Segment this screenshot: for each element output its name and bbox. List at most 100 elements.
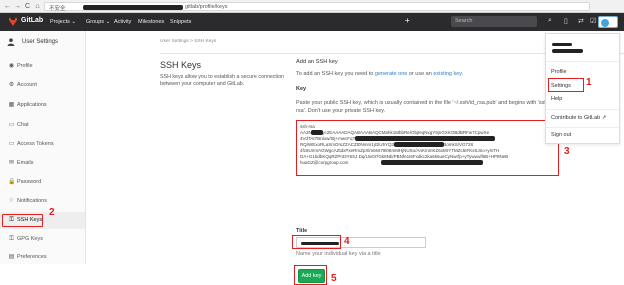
sidebar-item-label: Notifications	[17, 198, 47, 204]
sidebar-item-label: SSH Keys	[17, 217, 43, 223]
email-icon: ✉	[8, 160, 15, 166]
bell-icon: ♢	[8, 198, 15, 204]
sidebar-item-label: Access Tokens	[17, 141, 54, 147]
key-label: Key	[296, 86, 307, 92]
redaction-mark	[355, 136, 495, 141]
avatar	[601, 19, 609, 27]
sidebar-title: User Settings	[22, 39, 59, 45]
page-description: SSH keys allow you to establish a secure…	[160, 74, 284, 87]
annotation-box-title	[292, 235, 341, 249]
annotation-number-2: 2	[49, 207, 55, 218]
user-icon	[7, 38, 15, 46]
annotation-number-5: 5	[331, 273, 337, 284]
sidebar-item-preferences[interactable]: ▤ Preferences	[0, 249, 85, 266]
sidebar-item-label: Emails	[17, 160, 34, 166]
sidebar-item-label: Profile	[17, 63, 33, 69]
add-key-text-before: To add an SSH key you need to	[296, 71, 375, 77]
menu-activity[interactable]: Activity	[114, 19, 131, 25]
sidebar-item-account[interactable]: ⚙ Account	[0, 77, 85, 94]
annotation-number-1: 1	[586, 77, 592, 88]
sidebar-item-access-tokens[interactable]: ▭ Access Tokens	[0, 136, 85, 153]
sidebar-item-label: Account	[17, 82, 37, 88]
redaction-mark	[381, 160, 483, 165]
redaction-mark	[552, 49, 583, 53]
menu-snippets[interactable]: Snippets	[170, 19, 191, 25]
new-item-plus-icon[interactable]: +	[405, 16, 419, 27]
sidebar-item-ssh-keys[interactable]: ⚿ SSH Keys	[0, 212, 85, 229]
gpg-key-icon: ⚿	[9, 236, 14, 242]
token-icon: ▭	[8, 141, 15, 147]
divider	[546, 109, 619, 110]
sidebar-item-profile[interactable]: ◉ Profile	[0, 58, 85, 75]
user-dropdown-menu: Profile Settings Help Contribute to GitL…	[545, 33, 620, 144]
sidebar-item-emails[interactable]: ✉ Emails	[0, 155, 85, 172]
dropdown-item-contribute[interactable]: Contribute to GitLab ↗	[551, 115, 606, 121]
divider	[546, 127, 619, 128]
sidebar-item-label: Applications	[17, 102, 47, 108]
redaction-mark	[311, 130, 323, 135]
dropdown-item-settings[interactable]: Settings	[551, 83, 571, 89]
todos-icon[interactable]: ☑	[590, 17, 596, 25]
main-content: User Settings > SSH Keys SSH Keys SSH ke…	[86, 31, 624, 285]
add-key-text-middle: or use an	[407, 71, 434, 77]
breadcrumb: User Settings > SSH Keys	[160, 39, 217, 44]
dropdown-item-help[interactable]: Help	[551, 96, 562, 102]
search-icon[interactable]: ⌕	[548, 17, 552, 25]
key-icon: ⚿	[9, 217, 14, 223]
sidebar-item-label: Chat	[17, 122, 29, 128]
browser-toolbar: ← → C ⌂ 不安全 gitlab/profile/keys	[0, 0, 624, 13]
ssh-key-textarea[interactable]: ssh-rsa AA3NzaC1yc2EAAAADAQABAAABAQCMahk…	[296, 120, 559, 176]
issues-icon[interactable]: ▯	[564, 17, 568, 25]
account-icon: ⚙	[8, 82, 15, 88]
annotation-box-add-key	[294, 265, 327, 285]
applications-icon: ▦	[8, 102, 15, 108]
redaction-mark	[552, 43, 572, 46]
sidebar-item-gpg-keys[interactable]: ⚿ GPG Keys	[0, 231, 85, 248]
annotation-number-4: 4	[344, 236, 350, 247]
menu-groups[interactable]: Groups ⌄	[86, 19, 110, 25]
dropdown-item-label: Contribute to GitLab	[551, 115, 601, 121]
profile-icon: ◉	[8, 63, 15, 69]
generate-key-link[interactable]: generate one	[375, 71, 407, 77]
menu-milestones[interactable]: Milestones	[138, 19, 164, 25]
title-label: Title	[296, 228, 308, 234]
annotation-number-3: 3	[564, 146, 570, 157]
sidebar-item-notifications[interactable]: ♢ Notifications	[0, 193, 85, 210]
lock-icon: 🔒	[8, 179, 16, 185]
user-avatar-button[interactable]	[598, 16, 618, 28]
chat-icon: ▭	[8, 122, 15, 128]
add-key-heading: Add an SSH key	[296, 59, 338, 65]
url-path: gitlab/profile/keys	[185, 4, 228, 10]
page-title: SSH Keys	[160, 60, 202, 70]
preferences-icon: ▤	[8, 254, 15, 260]
sidebar-item-label: Preferences	[17, 254, 47, 260]
add-key-instructions: To add an SSH key you need to generate o…	[296, 71, 464, 77]
forward-arrow-icon[interactable]: →	[13, 2, 22, 11]
security-warning: 不安全	[49, 6, 66, 12]
external-link-icon: ↗	[601, 115, 607, 121]
sidebar-item-applications[interactable]: ▦ Applications	[0, 97, 85, 114]
address-bar[interactable]: 不安全 gitlab/profile/keys	[44, 2, 590, 12]
settings-sidebar: User Settings ◉ Profile ⚙ Account ▦ Appl…	[0, 31, 86, 264]
sidebar-item-label: GPG Keys	[17, 236, 43, 242]
reload-icon[interactable]: C	[23, 2, 32, 11]
gitlab-logo-icon[interactable]	[8, 17, 18, 27]
menu-projects[interactable]: Projects ⌄	[50, 19, 76, 25]
existing-key-link[interactable]: existing key	[433, 71, 461, 77]
key-help-text: Paste your public SSH key, which is usua…	[296, 100, 550, 114]
home-icon[interactable]: ⌂	[33, 2, 42, 11]
divider	[546, 61, 619, 62]
back-arrow-icon[interactable]: ←	[3, 2, 12, 11]
brand-name[interactable]: GitLab	[21, 17, 43, 24]
redaction-mark	[394, 142, 444, 147]
search-input[interactable]: Search	[451, 16, 537, 27]
sidebar-item-password[interactable]: 🔒 Password	[0, 174, 85, 191]
sidebar-item-chat[interactable]: ▭ Chat	[0, 117, 85, 134]
redacted-host	[83, 5, 183, 10]
merge-request-icon[interactable]: ⇄	[578, 17, 584, 25]
gitlab-topbar: GitLab Projects ⌄ Groups ⌄ Activity Mile…	[0, 13, 624, 31]
dropdown-item-sign-out[interactable]: Sign out	[551, 132, 571, 138]
sidebar-item-label: Password	[17, 179, 42, 185]
dropdown-item-profile[interactable]: Profile	[551, 69, 567, 75]
sidebar-header[interactable]: User Settings	[7, 38, 82, 50]
